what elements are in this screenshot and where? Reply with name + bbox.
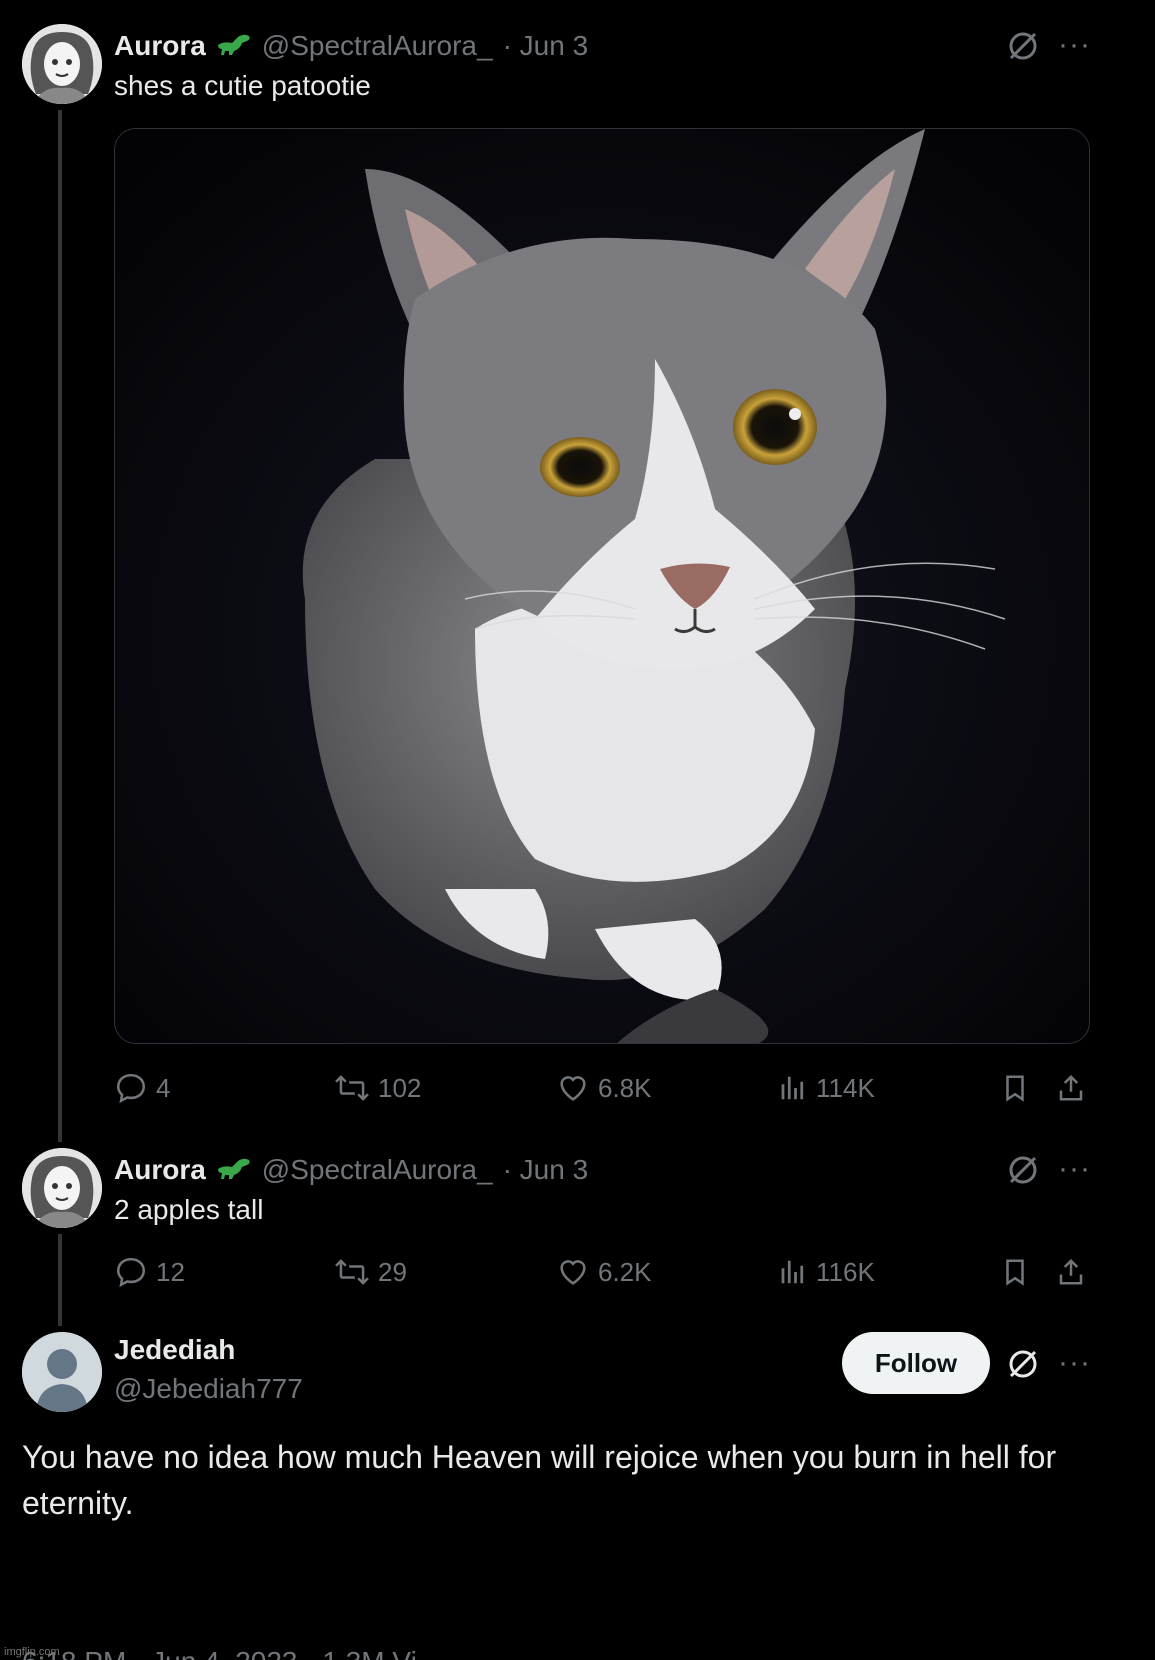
view-count: 116K <box>816 1256 875 1287</box>
tweet-date[interactable]: · Jun 3 <box>503 30 589 62</box>
like-count: 6.2K <box>598 1256 652 1287</box>
tweet-text: 2 apples tall <box>114 1194 264 1225</box>
thread-line <box>58 110 62 1142</box>
share-icon <box>1059 1074 1083 1101</box>
reply-count: 4 <box>156 1072 171 1103</box>
grok-icon[interactable] <box>1005 1346 1041 1387</box>
reply-count: 12 <box>156 1256 185 1287</box>
bookmark-icon <box>1006 1259 1024 1286</box>
more-options-icon[interactable]: ··· <box>1058 1154 1091 1184</box>
green-dinosaur-icon <box>216 1155 252 1186</box>
green-dinosaur-icon <box>216 31 252 62</box>
like-button[interactable]: 6.2K <box>556 1255 652 1289</box>
author-name[interactable]: Jedediah <box>114 1334 235 1366</box>
follow-button[interactable]: Follow <box>842 1332 990 1394</box>
cat-photo-illustration <box>115 129 1089 1043</box>
tweet-actions: 12 29 6.2K 116K <box>114 1252 1155 1292</box>
like-count: 6.8K <box>598 1072 652 1103</box>
views-button[interactable]: 116K <box>778 1255 875 1289</box>
bookmark-button[interactable] <box>1000 1071 1030 1105</box>
bookmark-icon <box>1006 1075 1024 1102</box>
avatar[interactable] <box>22 1148 102 1228</box>
reply-icon <box>116 1257 146 1288</box>
tweet-actions: 4 102 6.8K 114K <box>114 1068 1155 1108</box>
view-count: 114K <box>816 1072 875 1103</box>
views-icon <box>781 1260 804 1284</box>
repost-button[interactable]: 29 <box>334 1255 407 1289</box>
avatar[interactable] <box>22 24 102 104</box>
like-button[interactable]: 6.8K <box>556 1071 652 1105</box>
share-button[interactable] <box>1056 1255 1086 1289</box>
tweet-photo-cat[interactable] <box>114 128 1090 1044</box>
more-options-icon[interactable]: ··· <box>1058 1348 1091 1378</box>
tweet-header: Aurora @SpectralAurora_ · Jun 3 <box>114 1150 588 1190</box>
author-handle[interactable]: @SpectralAurora_ <box>262 1154 493 1186</box>
share-icon <box>1059 1258 1083 1285</box>
repost-icon <box>335 1075 369 1101</box>
repost-icon <box>335 1259 369 1285</box>
share-button[interactable] <box>1056 1071 1086 1105</box>
bookmark-button[interactable] <box>1000 1255 1030 1289</box>
repost-count: 102 <box>378 1072 422 1103</box>
author-handle[interactable]: @SpectralAurora_ <box>262 30 493 62</box>
repost-button[interactable]: 102 <box>334 1071 421 1105</box>
views-icon <box>781 1076 804 1100</box>
views-button[interactable]: 114K <box>778 1071 875 1105</box>
author-handle[interactable]: @Jebediah777 <box>114 1373 303 1405</box>
more-options-icon[interactable]: ··· <box>1058 30 1091 60</box>
avatar-default[interactable] <box>22 1332 102 1412</box>
thread-line <box>58 1234 62 1326</box>
reply-button[interactable]: 12 <box>114 1255 185 1289</box>
grok-icon[interactable] <box>1005 28 1041 69</box>
reply-text: You have no idea how much Heaven will re… <box>22 1439 1057 1521</box>
author-name[interactable]: Aurora <box>114 30 206 62</box>
watermark: imgflip.com <box>4 1646 60 1658</box>
tweet-timestamp-views[interactable]: 6:18 PM · Jun 4, 2023 · 1.3M Vi <box>22 1646 417 1660</box>
reply-icon <box>116 1073 146 1104</box>
author-name[interactable]: Aurora <box>114 1154 206 1186</box>
heart-icon <box>560 1260 586 1285</box>
tweet-date[interactable]: · Jun 3 <box>503 1154 589 1186</box>
tweet-header: Aurora @SpectralAurora_ · Jun 3 <box>114 26 588 66</box>
grok-icon[interactable] <box>1005 1152 1041 1193</box>
reply-button[interactable]: 4 <box>114 1071 170 1105</box>
repost-count: 29 <box>378 1256 407 1287</box>
tweet-text: shes a cutie patootie <box>114 70 371 101</box>
heart-icon <box>560 1076 586 1101</box>
